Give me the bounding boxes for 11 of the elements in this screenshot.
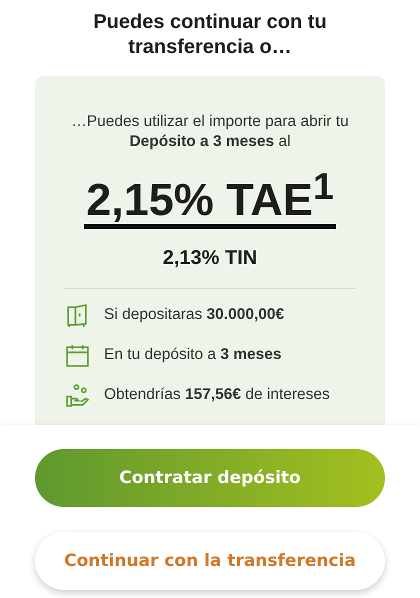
feature-text: Si depositaras 30.000,00€ (104, 306, 284, 324)
tae-rate: 2,15% TAE$^{1}$ (84, 162, 336, 229)
feature-text: En tu depósito a 3 meses (104, 346, 282, 364)
calendar-icon (65, 342, 90, 368)
hand-coins-icon (65, 382, 90, 408)
feature-text: Obtendrías 157,56€ de intereses (104, 386, 330, 404)
tin-rate: 2,13% TIN (162, 247, 258, 270)
page-title: Puedes continuar con tu transferencia o… (92, 10, 328, 60)
intro-text: …Puedes utilizar el importe para abrir tu Depósito a 3 meses al (70, 112, 350, 152)
contract-button[interactable]: Contratar depósito (35, 449, 385, 507)
continue-button[interactable]: Continuar con la transferencia (35, 532, 385, 590)
